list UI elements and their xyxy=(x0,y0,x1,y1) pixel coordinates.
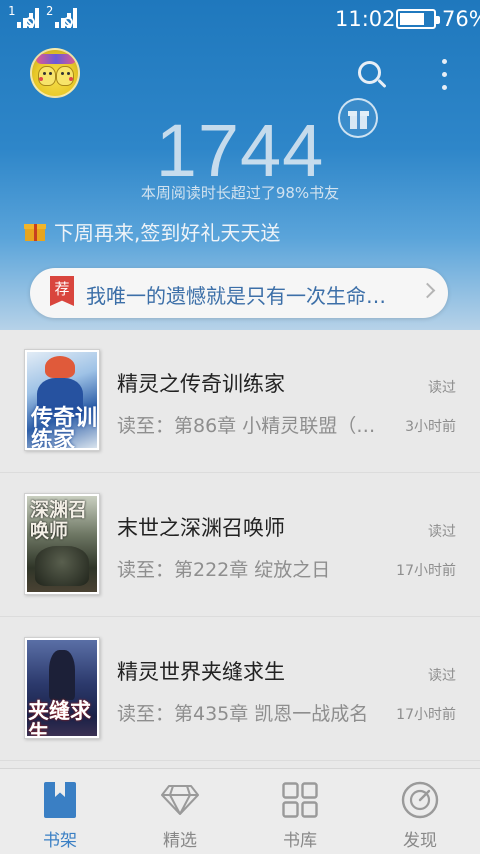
user-avatar[interactable] xyxy=(30,48,80,98)
book-cover: 深渊召唤师 xyxy=(24,493,100,595)
weekly-reading-caption: 本周阅读时长超过了98%书友 xyxy=(140,184,340,202)
sim1-signal: 1 xyxy=(8,4,40,28)
battery-icon xyxy=(396,9,440,29)
battery-level xyxy=(400,13,425,25)
tab-discover[interactable]: 发现 xyxy=(360,769,480,854)
book-item[interactable]: 传奇训练家 精灵之传奇训练家 读过 读至：第86章 小精灵联盟（… 3小时前 xyxy=(0,330,480,473)
profile-header: 1 2 11:02 76% xyxy=(0,0,480,330)
compass-icon xyxy=(401,781,439,819)
last-read-time: 3小时前 xyxy=(405,419,456,435)
status-time: 11:02 xyxy=(335,7,396,31)
cover-title: 传奇训练家 xyxy=(31,406,97,449)
cover-title: 夹缝求生 xyxy=(28,699,91,736)
tab-label: 发现 xyxy=(403,831,437,851)
tab-featured[interactable]: 精选 xyxy=(120,769,240,854)
recommendation-banner[interactable]: 荐 我唯一的遗憾就是只有一次生命… xyxy=(30,268,448,318)
read-status: 读过 xyxy=(428,380,456,396)
read-status: 读过 xyxy=(428,668,456,684)
gift-box-icon xyxy=(24,220,46,242)
read-status: 读过 xyxy=(428,524,456,540)
tab-bookshelf[interactable]: 书架 xyxy=(0,769,120,854)
signin-reminder[interactable]: 下周再来,签到好礼天天送 xyxy=(24,217,280,245)
no-signal-icon xyxy=(25,17,36,27)
tab-label: 书库 xyxy=(283,831,317,851)
sim2-label: 2 xyxy=(46,4,54,18)
more-vertical-icon xyxy=(442,59,447,64)
book-title: 精灵世界夹缝求生 xyxy=(117,660,285,684)
tab-library[interactable]: 书库 xyxy=(240,769,360,854)
reading-progress: 读至：第86章 小精灵联盟（… xyxy=(117,415,376,437)
weekly-reading-minutes: 1744 xyxy=(155,109,325,192)
book-item[interactable]: 夹缝求生 精灵世界夹缝求生 读过 读至：第435章 凯恩一战成名 17小时前 xyxy=(0,618,480,761)
tab-label: 精选 xyxy=(163,831,197,851)
no-signal-icon xyxy=(63,17,74,27)
grid-icon xyxy=(282,782,318,818)
recommend-tag: 荐 xyxy=(50,276,74,306)
last-read-time: 17小时前 xyxy=(396,563,456,579)
bottom-navigation: 书架 精选 书库 发现 xyxy=(0,768,480,854)
cover-title: 深渊召唤师 xyxy=(30,499,88,542)
book-title: 末世之深渊召唤师 xyxy=(117,516,285,540)
diamond-icon xyxy=(161,784,199,816)
status-bar: 1 2 11:02 76% xyxy=(0,0,480,40)
signin-text: 下周再来,签到好礼天天送 xyxy=(54,220,281,245)
battery-percent: 76% xyxy=(442,7,480,31)
book-item[interactable]: 深渊召唤师 末世之深渊召唤师 读过 读至：第222章 绽放之日 17小时前 xyxy=(0,474,480,617)
book-title: 精灵之传奇训练家 xyxy=(117,372,285,396)
last-read-time: 17小时前 xyxy=(396,707,456,723)
sim2-signal: 2 xyxy=(46,4,78,28)
reading-progress: 读至：第435章 凯恩一战成名 xyxy=(117,703,369,725)
more-options-button[interactable] xyxy=(434,57,454,93)
bookshelf-icon xyxy=(44,782,76,818)
reading-progress: 读至：第222章 绽放之日 xyxy=(117,559,331,581)
sim1-label: 1 xyxy=(8,4,16,18)
book-cover: 传奇训练家 xyxy=(24,349,100,451)
book-cover: 夹缝求生 xyxy=(24,637,100,739)
tab-label: 书架 xyxy=(43,831,77,851)
recommendation-text: 我唯一的遗憾就是只有一次生命… xyxy=(86,284,386,308)
chevron-right-icon xyxy=(419,282,436,299)
search-button[interactable] xyxy=(355,58,389,92)
